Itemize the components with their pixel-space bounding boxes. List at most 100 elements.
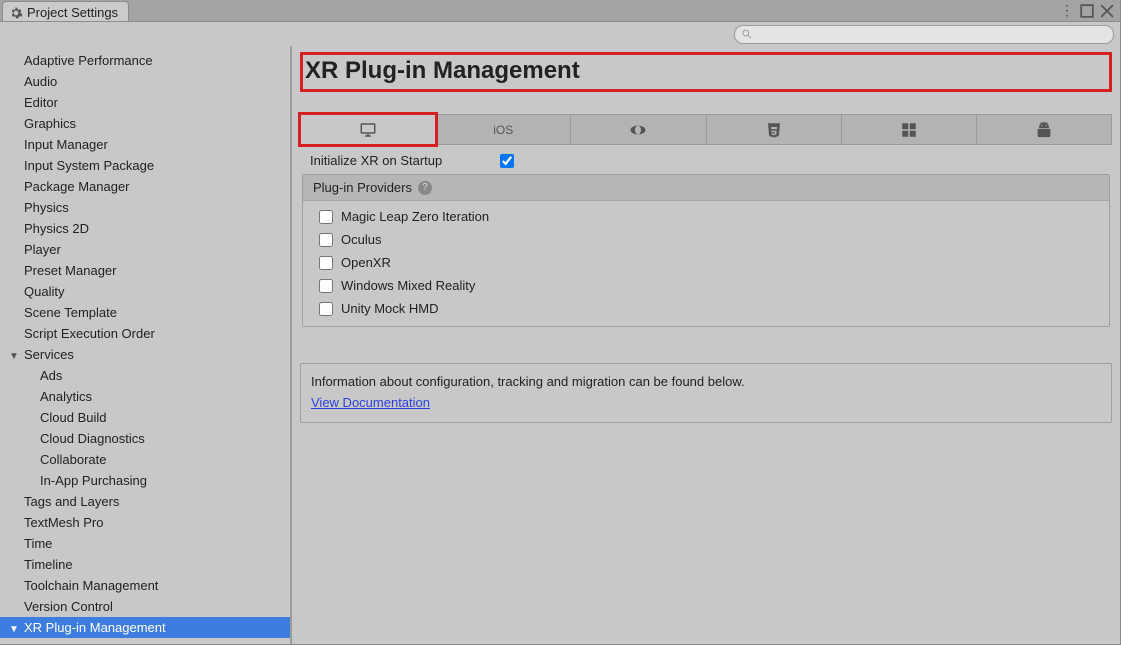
sidebar-item-label: Version Control (24, 599, 113, 614)
initialize-xr-row: Initialize XR on Startup (300, 145, 1112, 172)
sidebar-item-input-manager[interactable]: Input Manager (0, 134, 290, 155)
maximize-icon[interactable] (1080, 4, 1094, 18)
sidebar-item-label: Tags and Layers (24, 494, 119, 509)
plugin-providers-header: Plug-in Providers ? (303, 175, 1109, 201)
chevron-down-icon: ▼ (9, 347, 19, 366)
kebab-menu-icon[interactable]: ⋮ (1060, 4, 1074, 18)
window-title: Project Settings (27, 5, 118, 20)
sidebar-item-label: Services (24, 347, 74, 362)
sidebar-item-label: In-App Purchasing (40, 473, 147, 488)
provider-checkbox[interactable] (319, 256, 333, 270)
sidebar-item-label: Editor (24, 95, 58, 110)
sidebar-item-cloud-diagnostics[interactable]: Cloud Diagnostics (0, 428, 290, 449)
sidebar-item-label: Physics (24, 200, 69, 215)
provider-row-windows-mixed-reality: Windows Mixed Reality (309, 274, 1103, 297)
provider-label: Oculus (341, 232, 381, 247)
tab-webgl[interactable] (571, 114, 706, 144)
provider-row-openxr: OpenXR (309, 251, 1103, 274)
sidebar-item-label: Toolchain Management (24, 578, 158, 593)
settings-content: XR Plug-in Management iOS (292, 46, 1120, 644)
sidebar-item-label: Collaborate (40, 452, 107, 467)
provider-row-unity-mock-hmd: Unity Mock HMD (309, 297, 1103, 320)
provider-checkbox[interactable] (319, 233, 333, 247)
sidebar-item-adaptive-performance[interactable]: Adaptive Performance (0, 50, 290, 71)
sidebar-item-openxr[interactable]: OpenXR (0, 638, 290, 644)
view-documentation-link[interactable]: View Documentation (311, 395, 430, 410)
sidebar-item-in-app-purchasing[interactable]: In-App Purchasing (0, 470, 290, 491)
sidebar-item-label: Time (24, 536, 52, 551)
initialize-xr-checkbox[interactable] (500, 154, 514, 168)
sidebar-item-label: Analytics (40, 389, 92, 404)
info-panel: Information about configuration, trackin… (300, 363, 1112, 423)
sidebar-item-collaborate[interactable]: Collaborate (0, 449, 290, 470)
sidebar-item-time[interactable]: Time (0, 533, 290, 554)
platform-tabs: iOS (300, 114, 1112, 145)
titlebar: Project Settings ⋮ (0, 0, 1120, 22)
monitor-icon (359, 121, 377, 139)
sidebar-item-label: Cloud Diagnostics (40, 431, 145, 446)
sidebar-item-textmesh-pro[interactable]: TextMesh Pro (0, 512, 290, 533)
tab-html5[interactable] (707, 114, 842, 144)
search-input[interactable] (756, 27, 1107, 41)
settings-sidebar: Adaptive PerformanceAudioEditorGraphicsI… (0, 46, 292, 644)
help-icon[interactable]: ? (418, 181, 432, 195)
sidebar-item-tags-and-layers[interactable]: Tags and Layers (0, 491, 290, 512)
search-field[interactable] (734, 25, 1114, 44)
info-text: Information about configuration, trackin… (311, 374, 1101, 389)
plugin-providers-title: Plug-in Providers (313, 180, 412, 195)
provider-label: Unity Mock HMD (341, 301, 439, 316)
initialize-xr-label: Initialize XR on Startup (310, 153, 500, 168)
provider-label: Windows Mixed Reality (341, 278, 475, 293)
sidebar-item-label: Script Execution Order (24, 326, 155, 341)
sidebar-item-physics[interactable]: Physics (0, 197, 290, 218)
webgl-icon (629, 121, 647, 139)
provider-label: OpenXR (341, 255, 391, 270)
sidebar-item-toolchain-management[interactable]: Toolchain Management (0, 575, 290, 596)
plugin-providers-panel: Plug-in Providers ? Magic Leap Zero Iter… (302, 174, 1110, 327)
tab-windows[interactable] (842, 114, 977, 144)
sidebar-item-label: Cloud Build (40, 410, 107, 425)
provider-checkbox[interactable] (319, 210, 333, 224)
windows-icon (900, 121, 918, 139)
close-icon[interactable] (1100, 4, 1114, 18)
sidebar-item-graphics[interactable]: Graphics (0, 113, 290, 134)
sidebar-item-preset-manager[interactable]: Preset Manager (0, 260, 290, 281)
sidebar-item-package-manager[interactable]: Package Manager (0, 176, 290, 197)
sidebar-item-audio[interactable]: Audio (0, 71, 290, 92)
sidebar-item-label: Preset Manager (24, 263, 117, 278)
tab-ios[interactable]: iOS (436, 114, 571, 144)
html5-icon (765, 121, 783, 139)
sidebar-item-services[interactable]: ▼ Services (0, 344, 290, 365)
chevron-down-icon: ▼ (9, 620, 19, 639)
sidebar-item-ads[interactable]: Ads (0, 365, 290, 386)
window-tab[interactable]: Project Settings (2, 1, 129, 21)
sidebar-item-version-control[interactable]: Version Control (0, 596, 290, 617)
sidebar-item-label: Input System Package (24, 158, 154, 173)
android-icon (1035, 121, 1053, 139)
search-icon (741, 28, 752, 40)
provider-checkbox[interactable] (319, 302, 333, 316)
sidebar-item-editor[interactable]: Editor (0, 92, 290, 113)
sidebar-item-cloud-build[interactable]: Cloud Build (0, 407, 290, 428)
sidebar-item-physics-2d[interactable]: Physics 2D (0, 218, 290, 239)
sidebar-item-scene-template[interactable]: Scene Template (0, 302, 290, 323)
sidebar-item-xr-plug-in-management[interactable]: ▼ XR Plug-in Management (0, 617, 290, 638)
sidebar-item-analytics[interactable]: Analytics (0, 386, 290, 407)
sidebar-item-label: OpenXR (40, 641, 90, 644)
sidebar-item-label: Timeline (24, 557, 73, 572)
sidebar-item-player[interactable]: Player (0, 239, 290, 260)
tab-standalone[interactable] (300, 114, 436, 144)
sidebar-item-script-execution-order[interactable]: Script Execution Order (0, 323, 290, 344)
sidebar-item-label: XR Plug-in Management (24, 620, 166, 635)
sidebar-item-label: Physics 2D (24, 221, 89, 236)
page-title: XR Plug-in Management (303, 57, 1103, 85)
sidebar-item-label: TextMesh Pro (24, 515, 103, 530)
provider-row-magic-leap-zero-iteration: Magic Leap Zero Iteration (309, 205, 1103, 228)
sidebar-item-label: Audio (24, 74, 57, 89)
heading-highlight: XR Plug-in Management (300, 52, 1112, 92)
sidebar-item-input-system-package[interactable]: Input System Package (0, 155, 290, 176)
provider-checkbox[interactable] (319, 279, 333, 293)
sidebar-item-timeline[interactable]: Timeline (0, 554, 290, 575)
sidebar-item-quality[interactable]: Quality (0, 281, 290, 302)
tab-android[interactable] (977, 114, 1112, 144)
